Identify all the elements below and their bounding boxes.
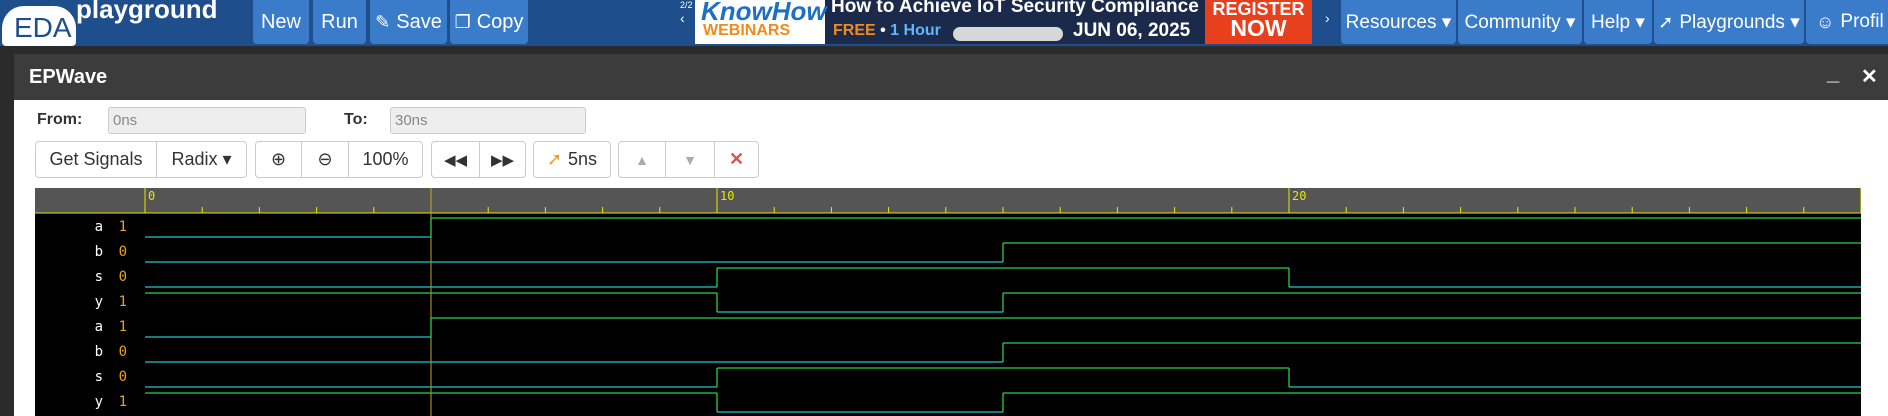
resources-menu[interactable]: Resources ▾	[1341, 0, 1456, 44]
ad-date: JUN 06, 2025	[1073, 20, 1191, 41]
step-label: 5ns	[568, 149, 598, 169]
signal-value: 1	[119, 394, 127, 410]
pencil-icon: ✎	[375, 11, 391, 32]
radix-dropdown[interactable]: Radix ▾	[156, 141, 247, 178]
signal-name: b	[95, 244, 103, 260]
delete-icon: ✕	[728, 149, 745, 169]
logo-sub: playground	[76, 0, 218, 24]
resources-label: Resources ▾	[1345, 11, 1452, 33]
to-label: To:	[344, 111, 368, 128]
playgrounds-label: Playgrounds ▾	[1679, 11, 1800, 33]
signal-value: 1	[119, 294, 127, 310]
signal-value: 1	[119, 219, 127, 235]
signal-value: 0	[119, 344, 127, 360]
rocket-icon: ➚	[1658, 11, 1674, 32]
zoom-in-icon: ⊕	[270, 149, 287, 169]
ad-hour: 1 Hour	[890, 22, 941, 39]
waveform-viewer[interactable]: 0 10 20 a 1 b 0 s 0 y 1 a 1 b 0 s 0 y 1	[35, 188, 1861, 416]
forward-icon: ▶▶	[490, 151, 515, 169]
copy-button-label: Copy	[476, 10, 524, 33]
logo-main: EDA	[14, 12, 72, 43]
step-button[interactable]: ➚ 5ns	[533, 141, 611, 178]
playgrounds-menu[interactable]: ➚ Playgrounds ▾	[1654, 0, 1804, 44]
chevron-down-icon: ▼	[683, 151, 697, 168]
zoom-level-button[interactable]: 100%	[348, 141, 423, 178]
from-input[interactable]: 0ns	[108, 107, 306, 134]
user-icon: ☺	[1816, 11, 1835, 32]
zoom-level-label: 100%	[362, 149, 409, 169]
ruler-time-label: 20	[1292, 189, 1306, 203]
top-navbar: EDA playground New Run ✎ Save ❐ Copy ‹ 2…	[0, 0, 1888, 46]
ad-dots	[953, 27, 1063, 41]
signal-name: s	[95, 369, 103, 385]
dialog-title: EPWave	[29, 66, 108, 88]
bolt-icon: ➚	[546, 149, 563, 169]
ad-brand: KnowHow WEBINARS	[695, 0, 827, 44]
dialog-titlebar[interactable]: EPWave _ ✕	[14, 54, 1888, 100]
to-input[interactable]: 30ns	[390, 107, 586, 134]
copy-button[interactable]: ❐ Copy	[450, 0, 528, 44]
profile-menu[interactable]: ☺ Profil	[1806, 0, 1888, 44]
save-button-label: Save	[396, 10, 442, 33]
get-signals-button[interactable]: Get Signals	[35, 141, 157, 178]
ad-sep: •	[875, 22, 891, 39]
ad-banner[interactable]: KnowHow WEBINARS How to Achieve IoT Secu…	[695, 0, 1312, 44]
ruler-time-label: 0	[148, 189, 155, 203]
signal-value: 1	[119, 319, 127, 335]
ad-prev-icon[interactable]: ‹	[680, 10, 685, 26]
backward-icon: ◀◀	[443, 151, 468, 169]
signal-value: 0	[119, 244, 127, 260]
ad-next-icon[interactable]: ›	[1325, 10, 1330, 26]
save-button[interactable]: ✎ Save	[370, 0, 447, 44]
eda-playground-logo[interactable]: EDA playground	[0, 0, 240, 46]
help-menu[interactable]: Help ▾	[1584, 0, 1652, 44]
signal-name: s	[95, 269, 103, 285]
signal-name: b	[95, 344, 103, 360]
waveform-canvas[interactable]: 0 10 20a 1b 0s 0y 1a 1b 0s 0y 1	[35, 188, 1861, 416]
new-button[interactable]: New	[253, 0, 309, 44]
help-label: Help ▾	[1591, 11, 1645, 33]
zoom-out-button[interactable]: ⊖	[301, 141, 349, 178]
signal-name: y	[95, 394, 103, 410]
signal-name: a	[95, 219, 103, 235]
move-down-button[interactable]: ▼	[665, 141, 715, 178]
signal-name: a	[95, 319, 103, 335]
next-transition-button[interactable]: ▶▶	[479, 141, 526, 178]
ad-free: FREE	[833, 22, 876, 39]
ad-brand-bottom: WEBINARS	[703, 22, 791, 39]
close-icon[interactable]: ✕	[1861, 64, 1878, 89]
delete-signal-button[interactable]: ✕	[714, 141, 759, 178]
community-label: Community ▾	[1464, 11, 1576, 33]
prev-transition-button[interactable]: ◀◀	[431, 141, 480, 178]
community-menu[interactable]: Community ▾	[1458, 0, 1582, 44]
zoom-out-icon: ⊖	[317, 149, 333, 169]
chevron-up-icon: ▲	[635, 151, 649, 168]
register-now-button[interactable]: REGISTER NOW	[1205, 0, 1312, 44]
ruler-time-label: 10	[720, 189, 734, 203]
ad-now: NOW	[1230, 15, 1287, 41]
signal-value: 0	[119, 269, 127, 285]
move-up-button[interactable]: ▲	[618, 141, 666, 178]
profile-label: Profil	[1840, 11, 1884, 32]
get-signals-label: Get Signals	[49, 149, 143, 169]
ad-counter: 2/2	[680, 0, 693, 10]
copy-icon: ❐	[454, 11, 471, 32]
signal-value: 0	[119, 369, 127, 385]
zoom-in-button[interactable]: ⊕	[255, 141, 302, 178]
new-button-label: New	[260, 10, 301, 33]
signal-name: y	[95, 294, 103, 310]
run-button-label: Run	[321, 10, 358, 33]
from-label: From:	[37, 111, 83, 128]
radix-label: Radix ▾	[171, 149, 232, 169]
ad-free-line: FREE • 1 Hour	[833, 22, 941, 40]
run-button[interactable]: Run	[313, 0, 366, 44]
ad-title: How to Achieve IoT Security Compliance	[831, 0, 1199, 17]
time-ruler	[35, 188, 1861, 213]
minimize-icon[interactable]: _	[1827, 60, 1839, 86]
